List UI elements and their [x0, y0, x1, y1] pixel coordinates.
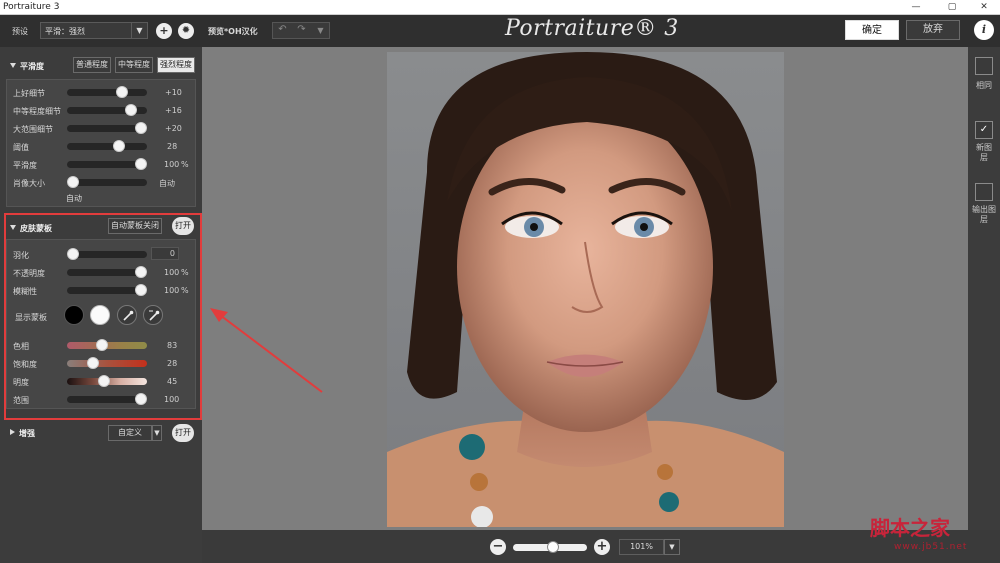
annotation-arrow [210, 308, 323, 393]
watermark-text: 脚本之家 [870, 516, 950, 540]
watermark-url: www.jb51.net [894, 542, 968, 552]
site-watermark: 脚本之家 www.jb51.net [870, 512, 995, 560]
